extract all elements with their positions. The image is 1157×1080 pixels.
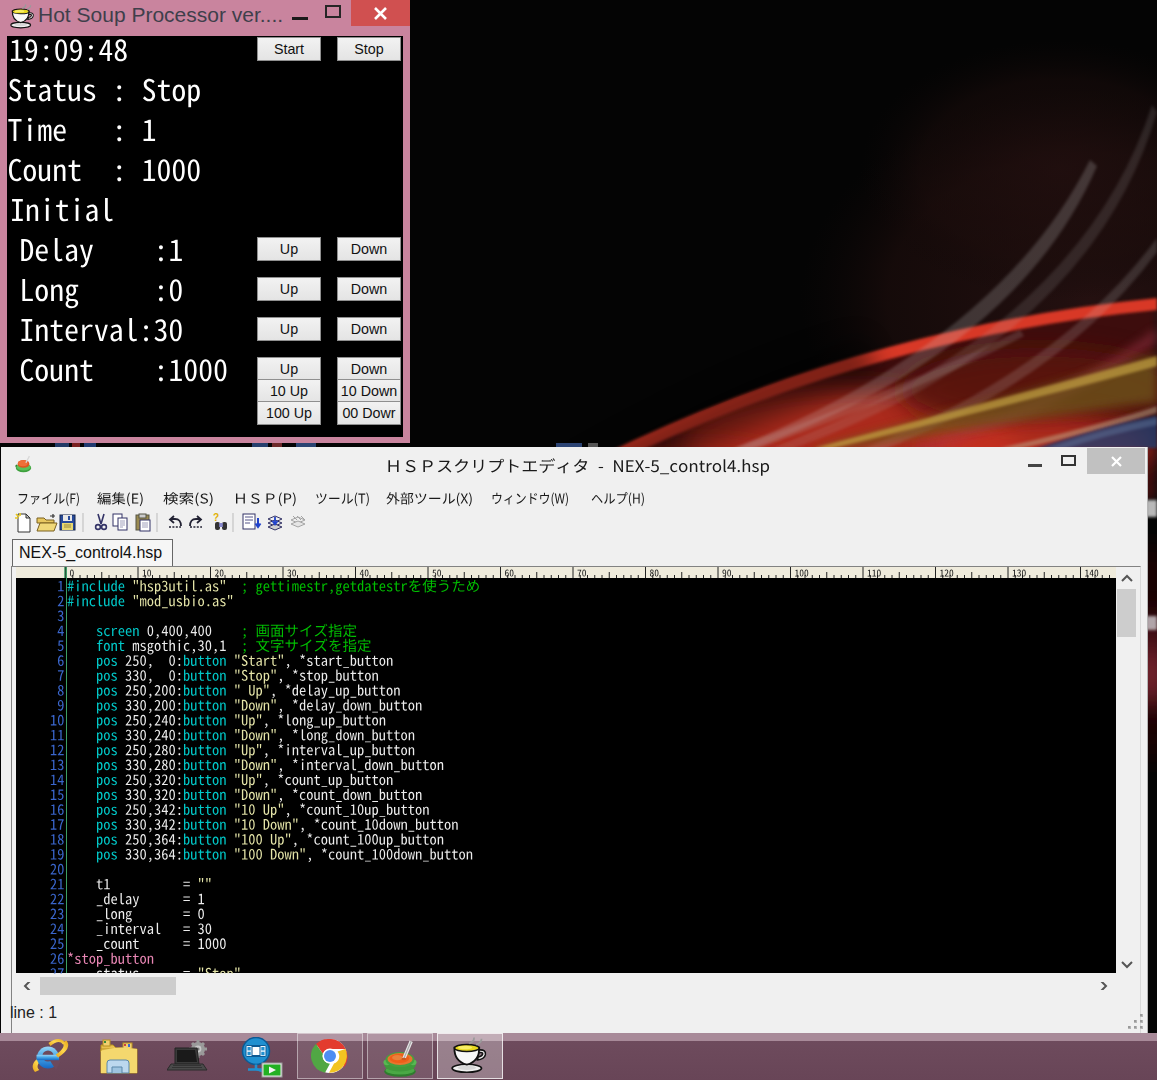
svg-text:?: ?: [213, 512, 219, 523]
